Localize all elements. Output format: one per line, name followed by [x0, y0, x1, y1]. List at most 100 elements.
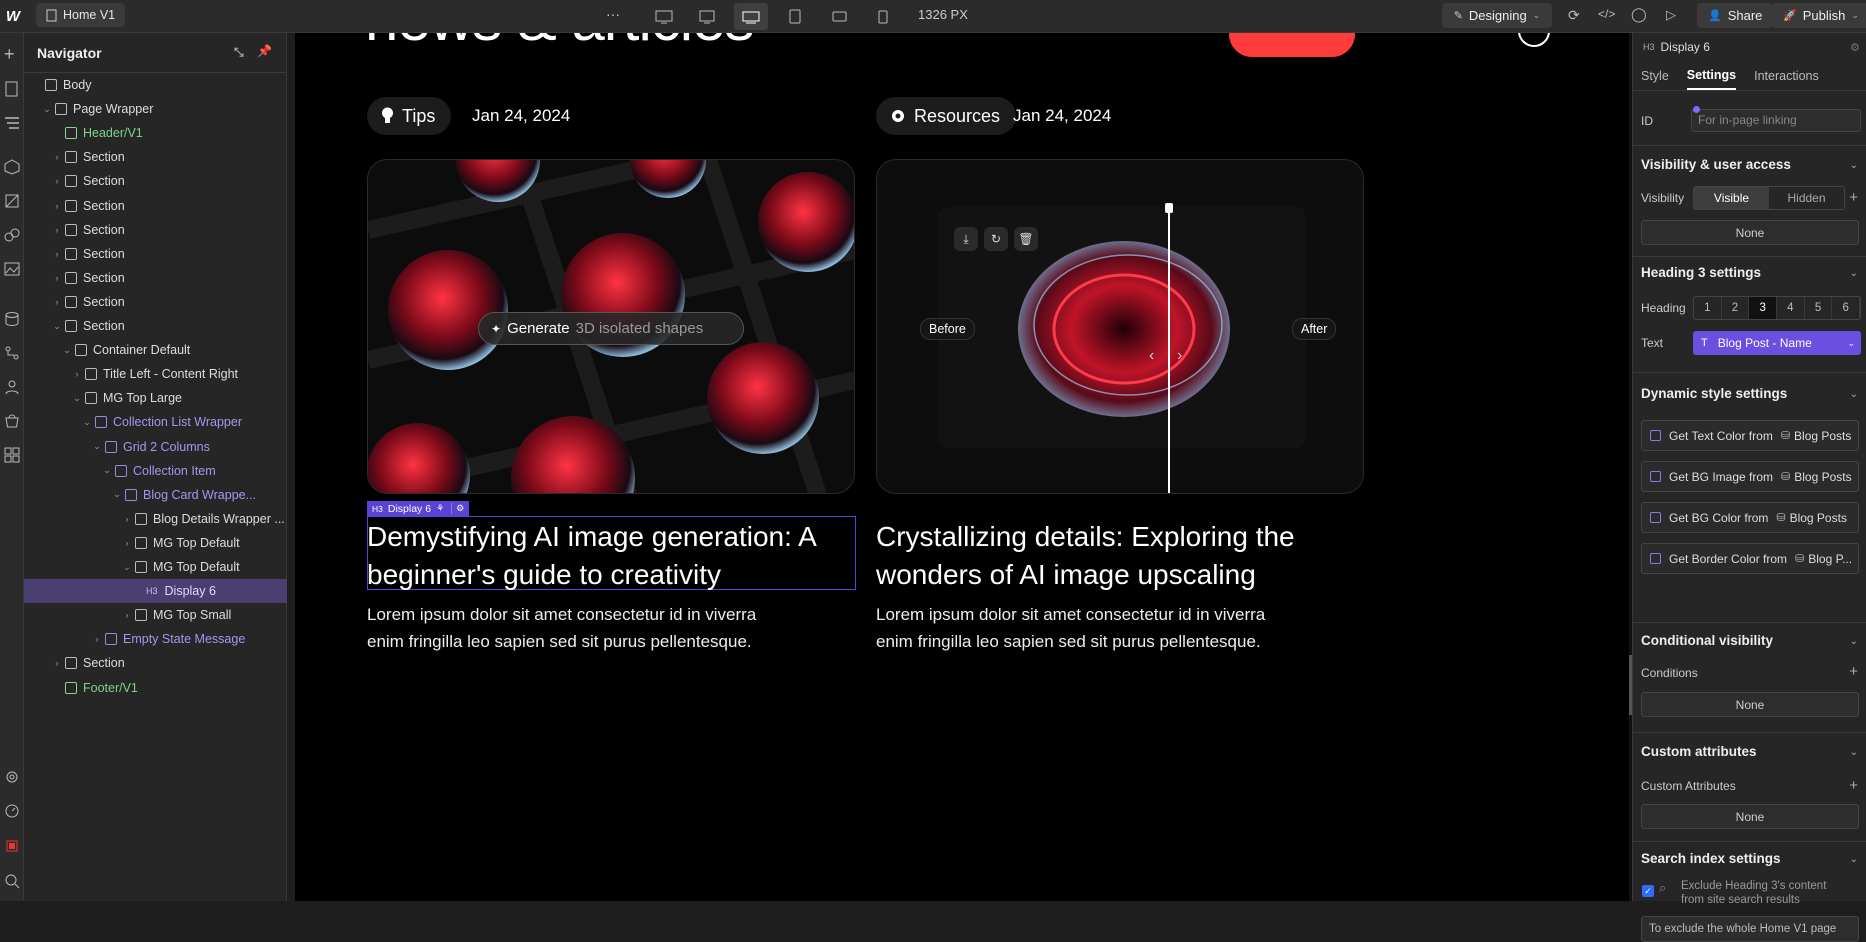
- exclude-checkbox[interactable]: ✓: [1642, 885, 1654, 897]
- chevron-right-icon[interactable]: ›: [52, 176, 62, 186]
- sync-icon[interactable]: ⟳: [1568, 7, 1580, 24]
- navigator-tree-item[interactable]: ⌄ Section: [24, 314, 287, 338]
- navigator-tree-item[interactable]: Footer/V1: [24, 676, 287, 700]
- navigator-tree-item[interactable]: H3 Display 6: [24, 579, 287, 604]
- chevron-right-icon[interactable]: ›: [122, 514, 132, 524]
- page-selector[interactable]: Home V1: [36, 3, 126, 27]
- webflow-logo-icon[interactable]: W: [4, 7, 22, 25]
- chevron-down-icon[interactable]: ⌄: [72, 393, 82, 404]
- styles-icon[interactable]: [4, 227, 20, 243]
- id-input[interactable]: For in-page linking: [1691, 109, 1861, 132]
- navigator-tree-item[interactable]: Header/V1: [24, 121, 287, 145]
- dynamic-style-section-title[interactable]: Dynamic style settings: [1641, 386, 1787, 401]
- chevron-down-icon[interactable]: ⌄: [52, 321, 62, 332]
- navigator-tree-item[interactable]: ⌄ Collection Item: [24, 459, 287, 483]
- chevron-right-icon[interactable]: ›: [52, 273, 62, 283]
- chevron-down-icon[interactable]: ⌄: [92, 441, 102, 452]
- chevron-down-icon[interactable]: ⌄: [1850, 160, 1858, 171]
- download-icon[interactable]: ⤓: [954, 227, 978, 251]
- heading-level-6[interactable]: 6: [1832, 297, 1861, 319]
- chevron-down-icon[interactable]: ⌄: [112, 489, 122, 500]
- chevron-right-icon[interactable]: ›: [52, 658, 62, 668]
- chevron-down-icon[interactable]: ⌄: [82, 417, 92, 428]
- navigator-tree-item[interactable]: ⌄ Container Default: [24, 338, 287, 362]
- comparison-divider[interactable]: [1168, 208, 1170, 493]
- navigator-tree-item[interactable]: › Empty State Message: [24, 627, 287, 651]
- navigator-tree-item[interactable]: › Section: [24, 290, 287, 314]
- mobile-landscape-breakpoint-icon[interactable]: [822, 3, 856, 30]
- variables-icon[interactable]: [4, 193, 20, 209]
- custom-attributes-section-title[interactable]: Custom attributes: [1641, 744, 1757, 759]
- design-canvas[interactable]: news & articles Tips Jan 24, 2024 ✦ Gen: [295, 33, 1629, 901]
- heading-level-2[interactable]: 2: [1722, 297, 1750, 319]
- settings-gear-icon[interactable]: ⚙: [451, 503, 464, 514]
- navigator-tree-item[interactable]: ⌄ Grid 2 Columns: [24, 435, 287, 459]
- chevron-right-icon[interactable]: ›: [122, 610, 132, 620]
- chevron-down-icon[interactable]: ⌄: [1850, 747, 1858, 758]
- chevron-right-icon[interactable]: ›: [52, 201, 62, 211]
- refresh-icon[interactable]: ↻: [984, 227, 1008, 251]
- navigator-tree-item[interactable]: ⌄ MG Top Default: [24, 555, 287, 579]
- comments-icon[interactable]: ◯: [1631, 6, 1647, 23]
- chevron-right-icon[interactable]: ›: [52, 249, 62, 259]
- components-icon[interactable]: [4, 159, 20, 175]
- dynamic-style-row[interactable]: Get Border Color from ⛁ Blog P...: [1641, 543, 1859, 574]
- component-icon[interactable]: ⚙: [1850, 41, 1860, 54]
- generate-prompt-box[interactable]: ✦ Generate 3D isolated shapes: [478, 312, 744, 345]
- audit-icon[interactable]: [4, 803, 20, 819]
- chevron-right-icon[interactable]: ›: [92, 634, 102, 644]
- visibility-section-title[interactable]: Visibility & user access: [1641, 157, 1791, 172]
- navigator-tree-item[interactable]: Body: [24, 73, 287, 97]
- navigator-tree-item[interactable]: › Section: [24, 651, 287, 675]
- navigator-tree-item[interactable]: › Section: [24, 145, 287, 169]
- add-icon[interactable]: +: [1849, 189, 1858, 206]
- navigator-tree-item[interactable]: › Section: [24, 169, 287, 193]
- visible-option[interactable]: Visible: [1694, 187, 1769, 209]
- navigator-tree-item[interactable]: › MG Top Small: [24, 603, 287, 627]
- tab-style[interactable]: Style: [1641, 63, 1669, 89]
- heading-level-1[interactable]: 1: [1694, 297, 1722, 319]
- visibility-none-box[interactable]: None: [1641, 220, 1859, 245]
- cms-database-icon[interactable]: [4, 311, 20, 327]
- tag-pill[interactable]: Resources: [876, 97, 1017, 135]
- chevron-right-icon[interactable]: ›: [1177, 347, 1182, 365]
- navigator-tree-item[interactable]: › Title Left - Content Right: [24, 362, 287, 386]
- navigator-tree-item[interactable]: › Blog Details Wrapper ...: [24, 507, 287, 531]
- dynamic-style-row[interactable]: Get BG Color from ⛁ Blog Posts: [1641, 502, 1859, 533]
- arrow-circle-icon[interactable]: [1518, 33, 1550, 47]
- logic-icon[interactable]: [4, 345, 20, 361]
- chevron-down-icon[interactable]: ⌄: [1850, 268, 1858, 279]
- navigator-tree-item[interactable]: › Section: [24, 266, 287, 290]
- code-icon[interactable]: </>: [1598, 7, 1615, 21]
- share-button[interactable]: 👤 Share: [1697, 3, 1774, 28]
- blog-image-upscale[interactable]: ⤓ ↻ 🗑 ‹ › Before After: [876, 159, 1364, 494]
- navigator-tree-item[interactable]: › Section: [24, 218, 287, 242]
- checkbox[interactable]: [1650, 512, 1661, 523]
- navigator-tree-item[interactable]: ⌄ Blog Card Wrappe...: [24, 483, 287, 507]
- chevron-down-icon[interactable]: ⌄: [1850, 854, 1858, 865]
- desktop-xl-breakpoint-icon[interactable]: [647, 3, 681, 30]
- ecommerce-icon[interactable]: [4, 413, 20, 429]
- chevron-down-icon[interactable]: ⌄: [1850, 389, 1858, 400]
- chevron-down-icon[interactable]: ⌄: [42, 104, 52, 115]
- add-elements-icon[interactable]: +: [4, 45, 20, 63]
- assets-icon[interactable]: [4, 261, 20, 277]
- apps-icon[interactable]: [4, 447, 20, 463]
- chevron-down-icon[interactable]: ⌄: [102, 465, 112, 476]
- collapse-icon[interactable]: ⤡: [234, 45, 244, 60]
- add-icon[interactable]: +: [1849, 777, 1858, 794]
- designer-mode-dropdown[interactable]: ✎ Designing ⌄: [1442, 3, 1552, 28]
- chevron-left-icon[interactable]: ‹: [1149, 347, 1154, 365]
- checkbox[interactable]: [1650, 430, 1661, 441]
- hidden-option[interactable]: Hidden: [1769, 187, 1844, 209]
- divider-handle-top[interactable]: [1165, 203, 1173, 213]
- desktop-large-breakpoint-icon[interactable]: [690, 3, 724, 30]
- custom-attributes-none-box[interactable]: None: [1641, 804, 1859, 829]
- tab-interactions[interactable]: Interactions: [1754, 63, 1819, 89]
- record-icon[interactable]: [4, 838, 20, 854]
- publish-button[interactable]: 🚀 Publish ⌄: [1772, 3, 1866, 28]
- chevron-right-icon[interactable]: ›: [52, 297, 62, 307]
- checkbox[interactable]: [1650, 471, 1661, 482]
- desktop-base-breakpoint-icon[interactable]: [734, 3, 768, 30]
- chevron-right-icon[interactable]: ›: [72, 369, 82, 379]
